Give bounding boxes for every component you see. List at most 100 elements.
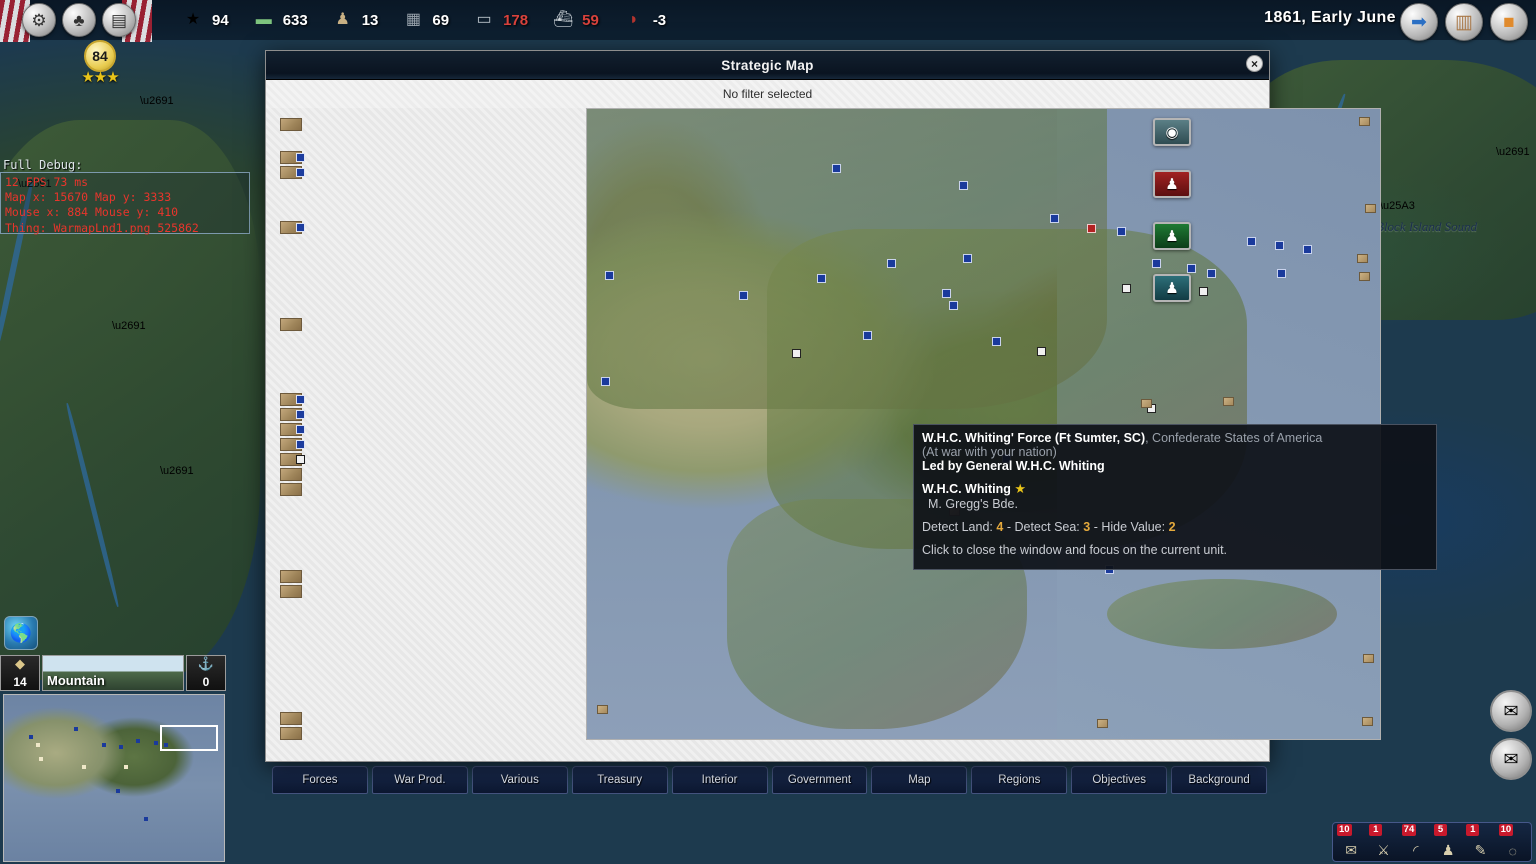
thumbnail-tile[interactable] (280, 727, 302, 740)
thumbnail-tile[interactable] (280, 483, 302, 496)
thumbnail-tile[interactable] (280, 453, 302, 466)
map-flag-icon[interactable]: \u2691 (140, 95, 174, 107)
messages-button-2[interactable]: ✉ (1490, 738, 1532, 780)
unit-marker[interactable] (601, 377, 610, 386)
filter-enemy-forces[interactable]: ♟ (1153, 170, 1191, 198)
unit-marker[interactable] (1277, 269, 1286, 278)
thumbnail-tile[interactable] (280, 166, 302, 179)
unit-marker[interactable] (1050, 214, 1059, 223)
unit-marker[interactable] (959, 181, 968, 190)
notif-other[interactable]: 10 ◌ (1497, 825, 1529, 859)
city-marker[interactable] (1357, 254, 1368, 263)
unit-marker[interactable] (605, 271, 614, 280)
city-marker[interactable] (1141, 399, 1152, 408)
unit-marker[interactable] (1117, 227, 1126, 236)
tab-forces[interactable]: Forces (272, 766, 368, 794)
unit-marker[interactable] (963, 254, 972, 263)
notif-dispatches[interactable]: 10 ✉ (1335, 825, 1367, 859)
city-marker[interactable] (1359, 272, 1370, 281)
unit-marker[interactable] (817, 274, 826, 283)
enemy-unit-marker[interactable] (1037, 347, 1046, 356)
resource-war-weariness[interactable]: ◗ -3 (621, 10, 666, 30)
thumbnail-tile[interactable] (280, 318, 302, 331)
thumbnail-tile[interactable] (280, 151, 302, 164)
minimap-viewport-rect[interactable] (160, 725, 218, 751)
map-fort-icon[interactable]: \u25A3 (1380, 200, 1415, 212)
unit-marker[interactable] (863, 331, 872, 340)
unit-marker[interactable] (992, 337, 1001, 346)
thumbnail-tile[interactable] (280, 570, 302, 583)
tab-regions[interactable]: Regions (971, 766, 1067, 794)
filter-friendly-forces[interactable]: ♟ (1153, 222, 1191, 250)
resource-rail-capacity[interactable]: ▭ 178 (471, 10, 528, 30)
city-marker[interactable] (1363, 654, 1374, 663)
notif-battles[interactable]: 1 ⚔ (1367, 825, 1399, 859)
world-view-button[interactable]: 🌎 (4, 616, 38, 650)
thumbnail-tile[interactable] (280, 585, 302, 598)
money-icon: ▬ (251, 10, 277, 30)
tab-treasury[interactable]: Treasury (572, 766, 668, 794)
filter-naval-detection[interactable]: ◉ (1153, 118, 1191, 146)
city-marker[interactable] (597, 705, 608, 714)
enemy-unit-marker[interactable] (1199, 287, 1208, 296)
options-button[interactable]: ♣ (62, 3, 96, 37)
settings-button[interactable]: ⚙ (22, 3, 56, 37)
map-flag-icon[interactable]: \u2691 (160, 465, 194, 477)
resource-transport-capacity[interactable]: ⛴ 59 (550, 10, 599, 30)
city-marker[interactable] (1097, 719, 1108, 728)
city-marker[interactable] (1365, 204, 1376, 213)
city-marker[interactable] (1223, 397, 1234, 406)
thumbnail-tile[interactable] (280, 221, 302, 234)
tab-interior[interactable]: Interior (672, 766, 768, 794)
naval-box[interactable]: ⚓ 0 (186, 655, 226, 691)
ledger-button[interactable]: ▤ (102, 3, 136, 37)
region-thumbnail-strip[interactable] (266, 108, 316, 761)
resource-conscripts[interactable]: ♟ 13 (330, 10, 379, 30)
thumbnail-tile[interactable] (280, 712, 302, 725)
unit-marker[interactable] (739, 291, 748, 300)
notif-events[interactable]: 1 ✎ (1464, 825, 1496, 859)
thumbnail-tile[interactable] (280, 438, 302, 451)
tab-government[interactable]: Government (772, 766, 868, 794)
thumbnail-tile[interactable] (280, 423, 302, 436)
city-marker[interactable] (1359, 117, 1370, 126)
resource-national-morale[interactable]: ★ 94 (180, 10, 229, 30)
unit-marker[interactable] (1247, 237, 1256, 246)
filter-all-forces[interactable]: ♟ (1153, 274, 1191, 302)
map-flag-icon[interactable]: \u2691 (1496, 146, 1530, 158)
thumbnail-tile[interactable] (280, 393, 302, 406)
resource-money[interactable]: ▬ 633 (251, 10, 308, 30)
tab-background[interactable]: Background (1171, 766, 1267, 794)
messages-button-1[interactable]: ✉ (1490, 690, 1532, 732)
notif-recruits[interactable]: 5 ♟ (1432, 825, 1464, 859)
enemy-unit-marker[interactable] (792, 349, 801, 358)
tab-map[interactable]: Map (871, 766, 967, 794)
national-score-badge[interactable]: 84 ★★★ (60, 40, 140, 98)
unit-marker[interactable] (1207, 269, 1216, 278)
map-flag-icon[interactable]: \u2691 (112, 320, 146, 332)
battle-marker[interactable] (1087, 224, 1096, 233)
unit-marker[interactable] (832, 164, 841, 173)
resource-war-supply[interactable]: ▦ 69 (400, 10, 449, 30)
tab-objectives[interactable]: Objectives (1071, 766, 1167, 794)
notif-badge: 74 (1402, 824, 1417, 836)
unit-marker[interactable] (887, 259, 896, 268)
thumbnail-tile[interactable] (280, 408, 302, 421)
unit-marker[interactable] (1303, 245, 1312, 254)
close-icon[interactable]: × (1246, 55, 1263, 72)
tab-war-prod[interactable]: War Prod. (372, 766, 468, 794)
tab-various[interactable]: Various (472, 766, 568, 794)
ledger-book-button[interactable]: ▥ (1445, 3, 1483, 41)
thumbnail-tile[interactable] (280, 468, 302, 481)
unit-marker[interactable] (1275, 241, 1284, 250)
save-game-button[interactable]: ■ (1490, 3, 1528, 41)
end-turn-button[interactable]: ➡ (1400, 3, 1438, 41)
unit-marker[interactable] (942, 289, 951, 298)
supply-box[interactable]: ◆ 14 (0, 655, 40, 691)
enemy-unit-marker[interactable] (1122, 284, 1131, 293)
minimap[interactable] (3, 694, 225, 862)
thumbnail-tile[interactable] (280, 118, 302, 131)
unit-marker[interactable] (949, 301, 958, 310)
city-marker[interactable] (1362, 717, 1373, 726)
notif-movement[interactable]: 74 ◜ (1400, 825, 1432, 859)
